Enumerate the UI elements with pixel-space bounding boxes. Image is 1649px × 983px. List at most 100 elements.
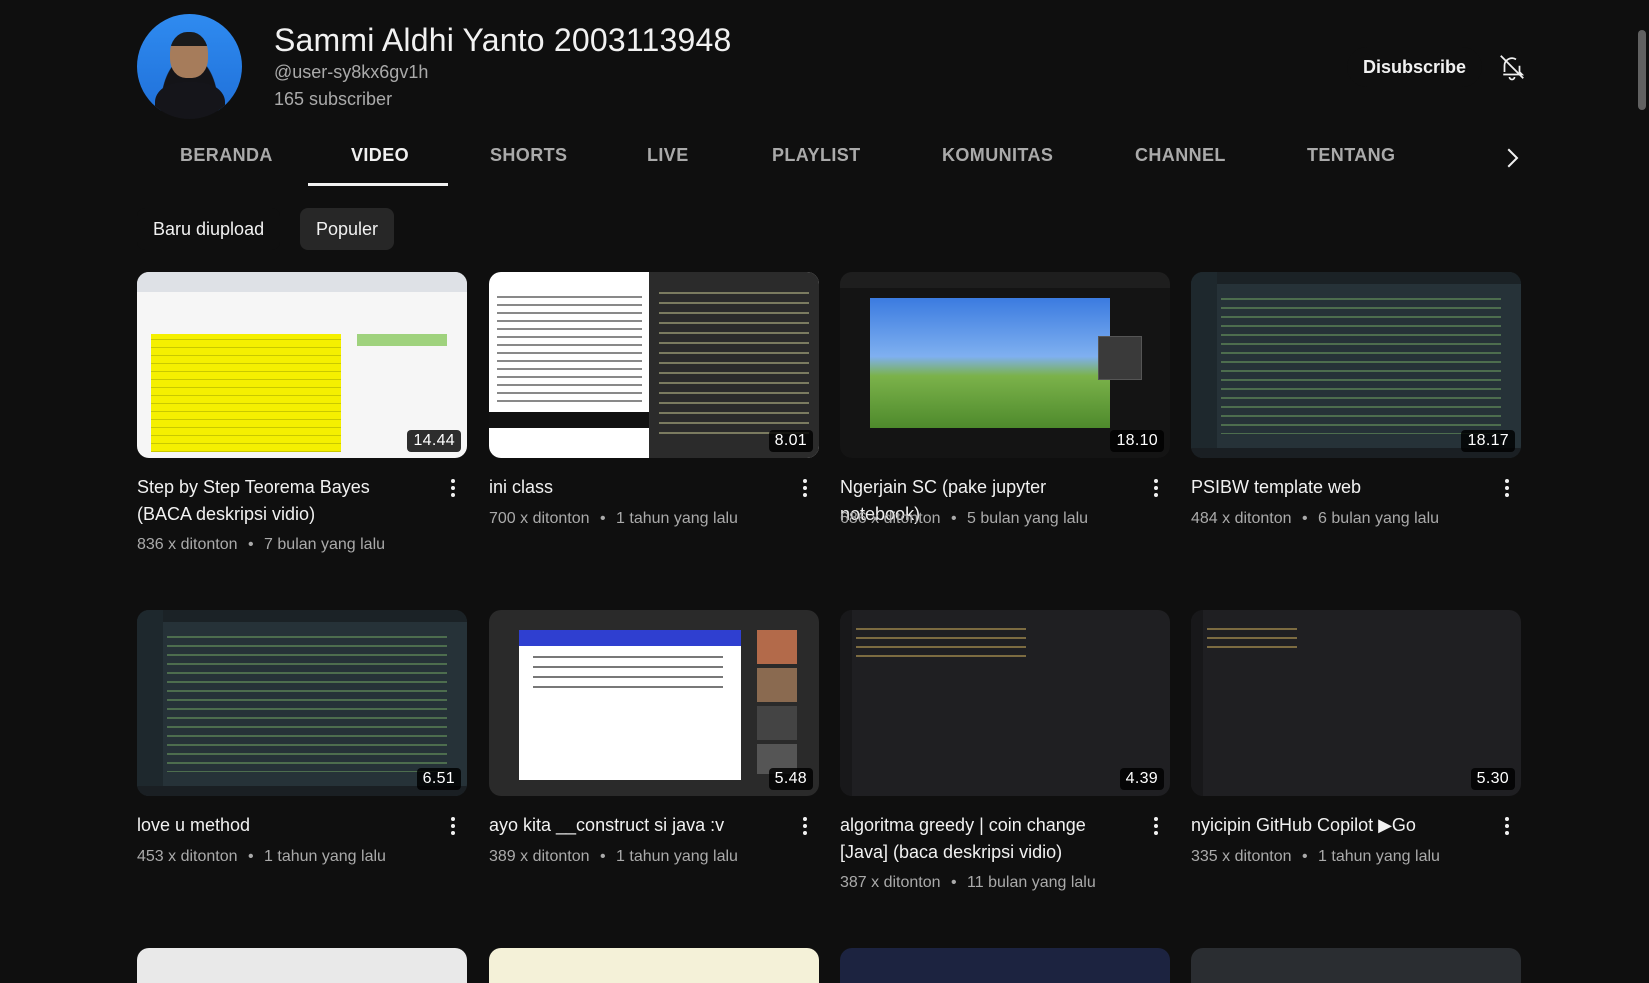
meta-separator: • (247, 848, 254, 865)
tab-video[interactable]: VIDEO (351, 135, 409, 187)
thumbnail-art (856, 628, 1026, 664)
video-duration: 18.10 (1110, 430, 1164, 452)
video-meta: 387 x ditonton • 11 bulan yang lalu (840, 874, 1096, 892)
video-title[interactable]: nyicipin GitHub Copilot ▶Go (1191, 812, 1481, 839)
kebab-menu-icon[interactable] (1144, 814, 1168, 838)
video-card[interactable]: 4.39 algoritma greedy | coin change [Jav… (840, 610, 1170, 891)
video-thumbnail[interactable]: 4.39 (840, 610, 1170, 796)
thumbnail-art (757, 630, 797, 664)
view-count: 700 x ditonton (489, 510, 590, 527)
thumbnail-art (1098, 336, 1142, 380)
upload-age: 1 tahun yang lalu (616, 848, 738, 865)
meta-separator: • (950, 510, 957, 527)
unsubscribe-button[interactable]: Disubscribe (1347, 47, 1483, 87)
kebab-menu-icon[interactable] (441, 476, 465, 500)
video-title[interactable]: PSIBW template web (1191, 474, 1481, 501)
video-duration: 14.44 (407, 430, 461, 452)
tab-beranda[interactable]: BERANDA (180, 135, 273, 187)
video-card[interactable]: 5.48 ayo kita __construct si java :v 389… (489, 610, 819, 865)
video-card[interactable]: 18.10 Ngerjain SC (pake jupyter notebook… (840, 272, 1170, 527)
thumbnail-art (840, 610, 852, 796)
upload-age: 11 bulan yang lalu (967, 874, 1096, 891)
channel-name: Sammi Aldhi Yanto 2003113948 (274, 22, 732, 58)
video-duration: 8.01 (768, 430, 813, 452)
tab-channel[interactable]: CHANNEL (1135, 135, 1226, 187)
video-title[interactable]: algoritma greedy | coin change [Java] (b… (840, 812, 1130, 866)
video-meta: 836 x ditonton • 7 bulan yang lalu (137, 536, 385, 554)
scrollbar-thumb[interactable] (1638, 30, 1646, 110)
kebab-menu-icon[interactable] (793, 814, 817, 838)
upload-age: 1 tahun yang lalu (264, 848, 386, 865)
video-card[interactable]: 5.30 nyicipin GitHub Copilot ▶Go 335 x d… (1191, 610, 1521, 865)
chip-newest[interactable]: Baru diupload (137, 208, 281, 250)
view-count: 387 x ditonton (840, 874, 941, 891)
kebab-menu-icon[interactable] (1144, 476, 1168, 500)
video-thumbnail[interactable]: 8.01 (489, 272, 819, 458)
channel-avatar[interactable] (137, 14, 242, 119)
video-thumbnail[interactable] (137, 948, 467, 983)
upload-age: 7 bulan yang lalu (264, 536, 386, 553)
tab-playlist[interactable]: PLAYLIST (772, 135, 861, 187)
page-scrollbar[interactable] (1635, 0, 1649, 983)
meta-separator: • (247, 536, 254, 553)
avatar-face (170, 32, 208, 78)
thumbnail-art (167, 636, 447, 772)
tab-shorts[interactable]: SHORTS (490, 135, 567, 187)
thumbnail-art (137, 610, 163, 796)
view-count: 686 x ditonton (840, 510, 941, 527)
bell-off-icon[interactable] (1497, 52, 1527, 82)
kebab-menu-icon[interactable] (1495, 476, 1519, 500)
video-thumbnail[interactable] (1191, 948, 1521, 983)
video-meta: 686 x ditonton • 5 bulan yang lalu (840, 510, 1088, 528)
video-title[interactable]: Step by Step Teorema Bayes (BACA deskrip… (137, 474, 427, 528)
kebab-menu-icon[interactable] (1495, 814, 1519, 838)
video-thumbnail[interactable] (840, 948, 1170, 983)
kebab-menu-icon[interactable] (441, 814, 465, 838)
video-title[interactable]: love u method (137, 812, 427, 839)
video-card[interactable]: 8.01 ini class 700 x ditonton • 1 tahun … (489, 272, 819, 527)
avatar-body (155, 82, 225, 119)
video-duration: 5.30 (1470, 768, 1515, 790)
tab-komunitas[interactable]: KOMUNITAS (942, 135, 1053, 187)
video-duration: 5.48 (768, 768, 813, 790)
chevron-right-icon[interactable] (1497, 143, 1527, 173)
video-duration: 4.39 (1119, 768, 1164, 790)
thumbnail-art (137, 610, 467, 622)
view-count: 836 x ditonton (137, 536, 238, 553)
channel-handle: @user-sy8kx6gv1h (274, 62, 429, 82)
meta-separator: • (1301, 510, 1308, 527)
video-thumbnail[interactable]: 6.51 (137, 610, 467, 796)
video-thumbnail[interactable]: 18.17 (1191, 272, 1521, 458)
thumbnail-art (1221, 298, 1501, 434)
channel-header: Sammi Aldhi Yanto 2003113948 @user-sy8kx… (137, 14, 1530, 120)
video-card[interactable]: 6.51 love u method 453 x ditonton • 1 ta… (137, 610, 467, 865)
video-card[interactable]: 18.17 PSIBW template web 484 x ditonton … (1191, 272, 1521, 527)
video-title[interactable]: ayo kita __construct si java :v (489, 812, 779, 839)
chip-popular[interactable]: Populer (300, 208, 395, 250)
video-thumbnail[interactable] (489, 948, 819, 983)
subscriber-count: 165 subscriber (274, 89, 393, 109)
upload-age: 6 bulan yang lalu (1318, 510, 1440, 527)
thumbnail-art (1207, 628, 1297, 648)
video-thumbnail[interactable]: 5.30 (1191, 610, 1521, 796)
thumbnail-art (1191, 610, 1203, 796)
upload-age: 1 tahun yang lalu (616, 510, 738, 527)
thumbnail-art (1191, 272, 1521, 284)
tab-live[interactable]: LIVE (647, 135, 689, 187)
video-meta: 335 x ditonton • 1 tahun yang lalu (1191, 848, 1440, 866)
thumbnail-art (519, 630, 741, 646)
kebab-menu-icon[interactable] (793, 476, 817, 500)
video-title[interactable]: ini class (489, 474, 779, 501)
video-thumbnail[interactable]: 18.10 (840, 272, 1170, 458)
thumbnail-art (659, 292, 809, 442)
meta-separator: • (599, 848, 606, 865)
video-thumbnail[interactable]: 5.48 (489, 610, 819, 796)
video-meta: 700 x ditonton • 1 tahun yang lalu (489, 510, 738, 528)
tab-tentang[interactable]: TENTANG (1307, 135, 1395, 187)
video-thumbnail[interactable]: 14.44 (137, 272, 467, 458)
thumbnail-art (757, 668, 797, 702)
thumbnail-art (533, 656, 723, 696)
video-card[interactable]: 14.44 Step by Step Teorema Bayes (BACA d… (137, 272, 467, 553)
channel-tabs: BERANDA VIDEO SHORTS LIVE PLAYLIST KOMUN… (137, 135, 1530, 187)
view-count: 453 x ditonton (137, 848, 238, 865)
